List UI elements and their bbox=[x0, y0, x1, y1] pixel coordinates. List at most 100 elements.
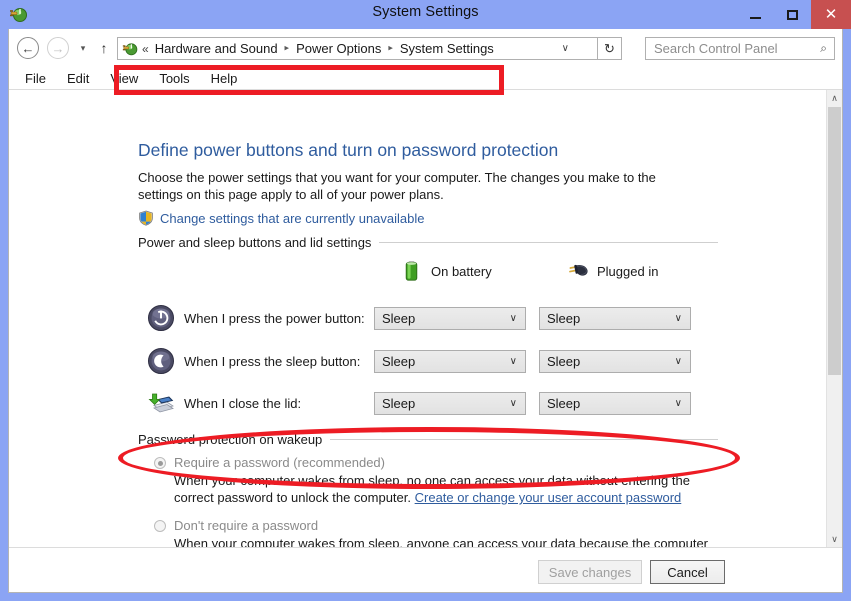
chevron-down-icon: ∨ bbox=[509, 397, 517, 409]
client-area: ← → ▾ ↑ « Hardware and Sound ▸ Power Opt… bbox=[8, 29, 843, 593]
scrollbar-thumb[interactable] bbox=[828, 107, 841, 375]
maximize-icon bbox=[787, 9, 798, 20]
section-header-password-protection: Password protection on wakeup bbox=[138, 432, 718, 447]
page-title: Define power buttons and turn on passwor… bbox=[138, 140, 559, 160]
breadcrumb: « Hardware and Sound ▸ Power Options ▸ S… bbox=[142, 41, 495, 56]
chevron-down-icon: ∨ bbox=[674, 312, 682, 324]
radio-option-dont-require-password[interactable]: Don't require a password When your compu… bbox=[154, 518, 722, 547]
chevron-down-icon: ∨ bbox=[831, 533, 838, 544]
settings-content: Define power buttons and turn on passwor… bbox=[9, 90, 826, 547]
section-divider bbox=[379, 242, 718, 243]
menu-item-help[interactable]: Help bbox=[211, 71, 238, 86]
up-one-level-button[interactable]: ↑ bbox=[95, 37, 113, 59]
cancel-button[interactable]: Cancel bbox=[650, 560, 725, 584]
maximize-button[interactable] bbox=[774, 0, 811, 29]
change-settings-link-row[interactable]: Change settings that are currently unava… bbox=[138, 210, 425, 226]
chevron-down-icon: ∨ bbox=[674, 355, 682, 367]
setting-label: When I press the power button: bbox=[184, 310, 365, 326]
power-button-plugged-in-dropdown[interactable]: Sleep ∨ bbox=[539, 306, 691, 330]
dropdown-value: Sleep bbox=[547, 353, 581, 369]
back-button[interactable]: ← bbox=[17, 37, 39, 59]
address-dropdown-icon[interactable]: ∨ bbox=[562, 43, 569, 54]
recent-locations-button[interactable]: ▾ bbox=[75, 37, 91, 59]
breadcrumb-overflow-icon[interactable]: « bbox=[142, 42, 149, 56]
section-header-power-and-sleep: Power and sleep buttons and lid settings bbox=[138, 235, 718, 250]
scroll-up-button[interactable]: ∧ bbox=[827, 90, 842, 106]
radio-description: When your computer wakes from sleep, any… bbox=[174, 536, 709, 547]
setting-label: When I press the sleep button: bbox=[184, 353, 361, 369]
sleep-button-on-battery-dropdown[interactable]: Sleep ∨ bbox=[374, 349, 526, 373]
radio-row[interactable]: Require a password (recommended) bbox=[154, 455, 722, 470]
breadcrumb-item-power-options[interactable]: Power Options bbox=[295, 41, 382, 56]
save-changes-button[interactable]: Save changes bbox=[538, 560, 642, 584]
title-bar: System Settings ✕ bbox=[0, 0, 851, 29]
navigation-toolbar: ← → ▾ ↑ « Hardware and Sound ▸ Power Opt… bbox=[9, 29, 842, 67]
menu-item-view[interactable]: View bbox=[110, 71, 138, 86]
chevron-down-icon: ∨ bbox=[674, 397, 682, 409]
up-arrow-icon: ↑ bbox=[100, 40, 108, 56]
power-button-on-battery-dropdown[interactable]: Sleep ∨ bbox=[374, 306, 526, 330]
section-divider bbox=[330, 439, 718, 440]
setting-row-power-button: When I press the power button: Sleep ∨ S… bbox=[147, 301, 707, 335]
forward-arrow-icon: → bbox=[51, 40, 65, 56]
radio-description: When your computer wakes from sleep, no … bbox=[174, 472, 722, 506]
page-description: Choose the power settings that you want … bbox=[138, 170, 656, 202]
section-label: Power and sleep buttons and lid settings bbox=[138, 235, 372, 250]
column-header-plugged-in: Plugged in bbox=[565, 258, 658, 284]
vertical-scrollbar[interactable]: ∧ ∨ bbox=[826, 90, 842, 547]
radio-row[interactable]: Don't require a password bbox=[154, 518, 722, 533]
forward-button[interactable]: → bbox=[47, 37, 69, 59]
dropdown-value: Sleep bbox=[382, 310, 416, 326]
refresh-icon: ↻ bbox=[604, 40, 615, 56]
close-lid-plugged-in-dropdown[interactable]: Sleep ∨ bbox=[539, 391, 691, 415]
close-button[interactable]: ✕ bbox=[811, 0, 851, 29]
chevron-down-icon: ▾ bbox=[80, 42, 86, 53]
radio-label: Don't require a password bbox=[174, 518, 319, 533]
chevron-up-icon: ∧ bbox=[831, 92, 838, 103]
refresh-button[interactable]: ↻ bbox=[598, 37, 622, 60]
close-lid-on-battery-dropdown[interactable]: Sleep ∨ bbox=[374, 391, 526, 415]
menu-item-edit[interactable]: Edit bbox=[67, 71, 89, 86]
column-header-on-battery: On battery bbox=[399, 258, 492, 284]
power-options-icon bbox=[122, 43, 138, 56]
menu-item-file[interactable]: File bbox=[25, 71, 46, 86]
minimize-button[interactable] bbox=[737, 0, 774, 29]
battery-icon bbox=[405, 261, 418, 281]
minimize-icon bbox=[750, 16, 761, 19]
laptop-lid-icon bbox=[148, 393, 174, 413]
column-label: Plugged in bbox=[597, 263, 659, 279]
dropdown-value: Sleep bbox=[547, 310, 581, 326]
radio-button-dont-require-password[interactable] bbox=[154, 520, 166, 532]
chevron-down-icon: ∨ bbox=[509, 355, 517, 367]
chevron-down-icon: ∨ bbox=[509, 312, 517, 324]
section-label: Password protection on wakeup bbox=[138, 432, 323, 447]
search-icon: ⌕ bbox=[820, 41, 827, 55]
breadcrumb-item-system-settings[interactable]: System Settings bbox=[399, 41, 495, 56]
breadcrumb-separator-icon: ▸ bbox=[284, 42, 290, 53]
dropdown-value: Sleep bbox=[382, 353, 416, 369]
create-or-change-password-link[interactable]: Create or change your user account passw… bbox=[415, 490, 682, 505]
address-breadcrumb[interactable]: « Hardware and Sound ▸ Power Options ▸ S… bbox=[117, 37, 598, 60]
shield-icon bbox=[139, 210, 153, 226]
radio-button-require-password[interactable] bbox=[154, 457, 166, 469]
sleep-button-plugged-in-dropdown[interactable]: Sleep ∨ bbox=[539, 349, 691, 373]
breadcrumb-separator-icon: ▸ bbox=[388, 42, 393, 53]
sleep-button-icon bbox=[148, 348, 174, 374]
search-input[interactable]: Search Control Panel ⌕ bbox=[645, 37, 835, 60]
footer-bar: Save changes Cancel bbox=[9, 548, 842, 591]
scroll-down-button[interactable]: ∨ bbox=[827, 531, 842, 547]
breadcrumb-item-hardware-and-sound[interactable]: Hardware and Sound bbox=[154, 41, 279, 56]
dropdown-value: Sleep bbox=[547, 395, 581, 411]
window-title: System Settings bbox=[372, 4, 479, 20]
change-settings-link[interactable]: Change settings that are currently unava… bbox=[160, 211, 425, 226]
menu-bar: File Edit View Tools Help bbox=[9, 67, 842, 89]
close-icon: ✕ bbox=[824, 6, 838, 23]
setting-label: When I close the lid: bbox=[184, 395, 302, 411]
radio-label: Require a password (recommended) bbox=[174, 455, 385, 470]
back-arrow-icon: ← bbox=[21, 40, 35, 56]
power-button-icon bbox=[148, 305, 174, 331]
system-settings-window: System Settings ✕ ← → ▾ ↑ « Hardware and… bbox=[0, 0, 851, 601]
menu-item-tools[interactable]: Tools bbox=[159, 71, 189, 86]
radio-option-require-password[interactable]: Require a password (recommended) When yo… bbox=[154, 455, 722, 506]
dropdown-value: Sleep bbox=[382, 395, 416, 411]
